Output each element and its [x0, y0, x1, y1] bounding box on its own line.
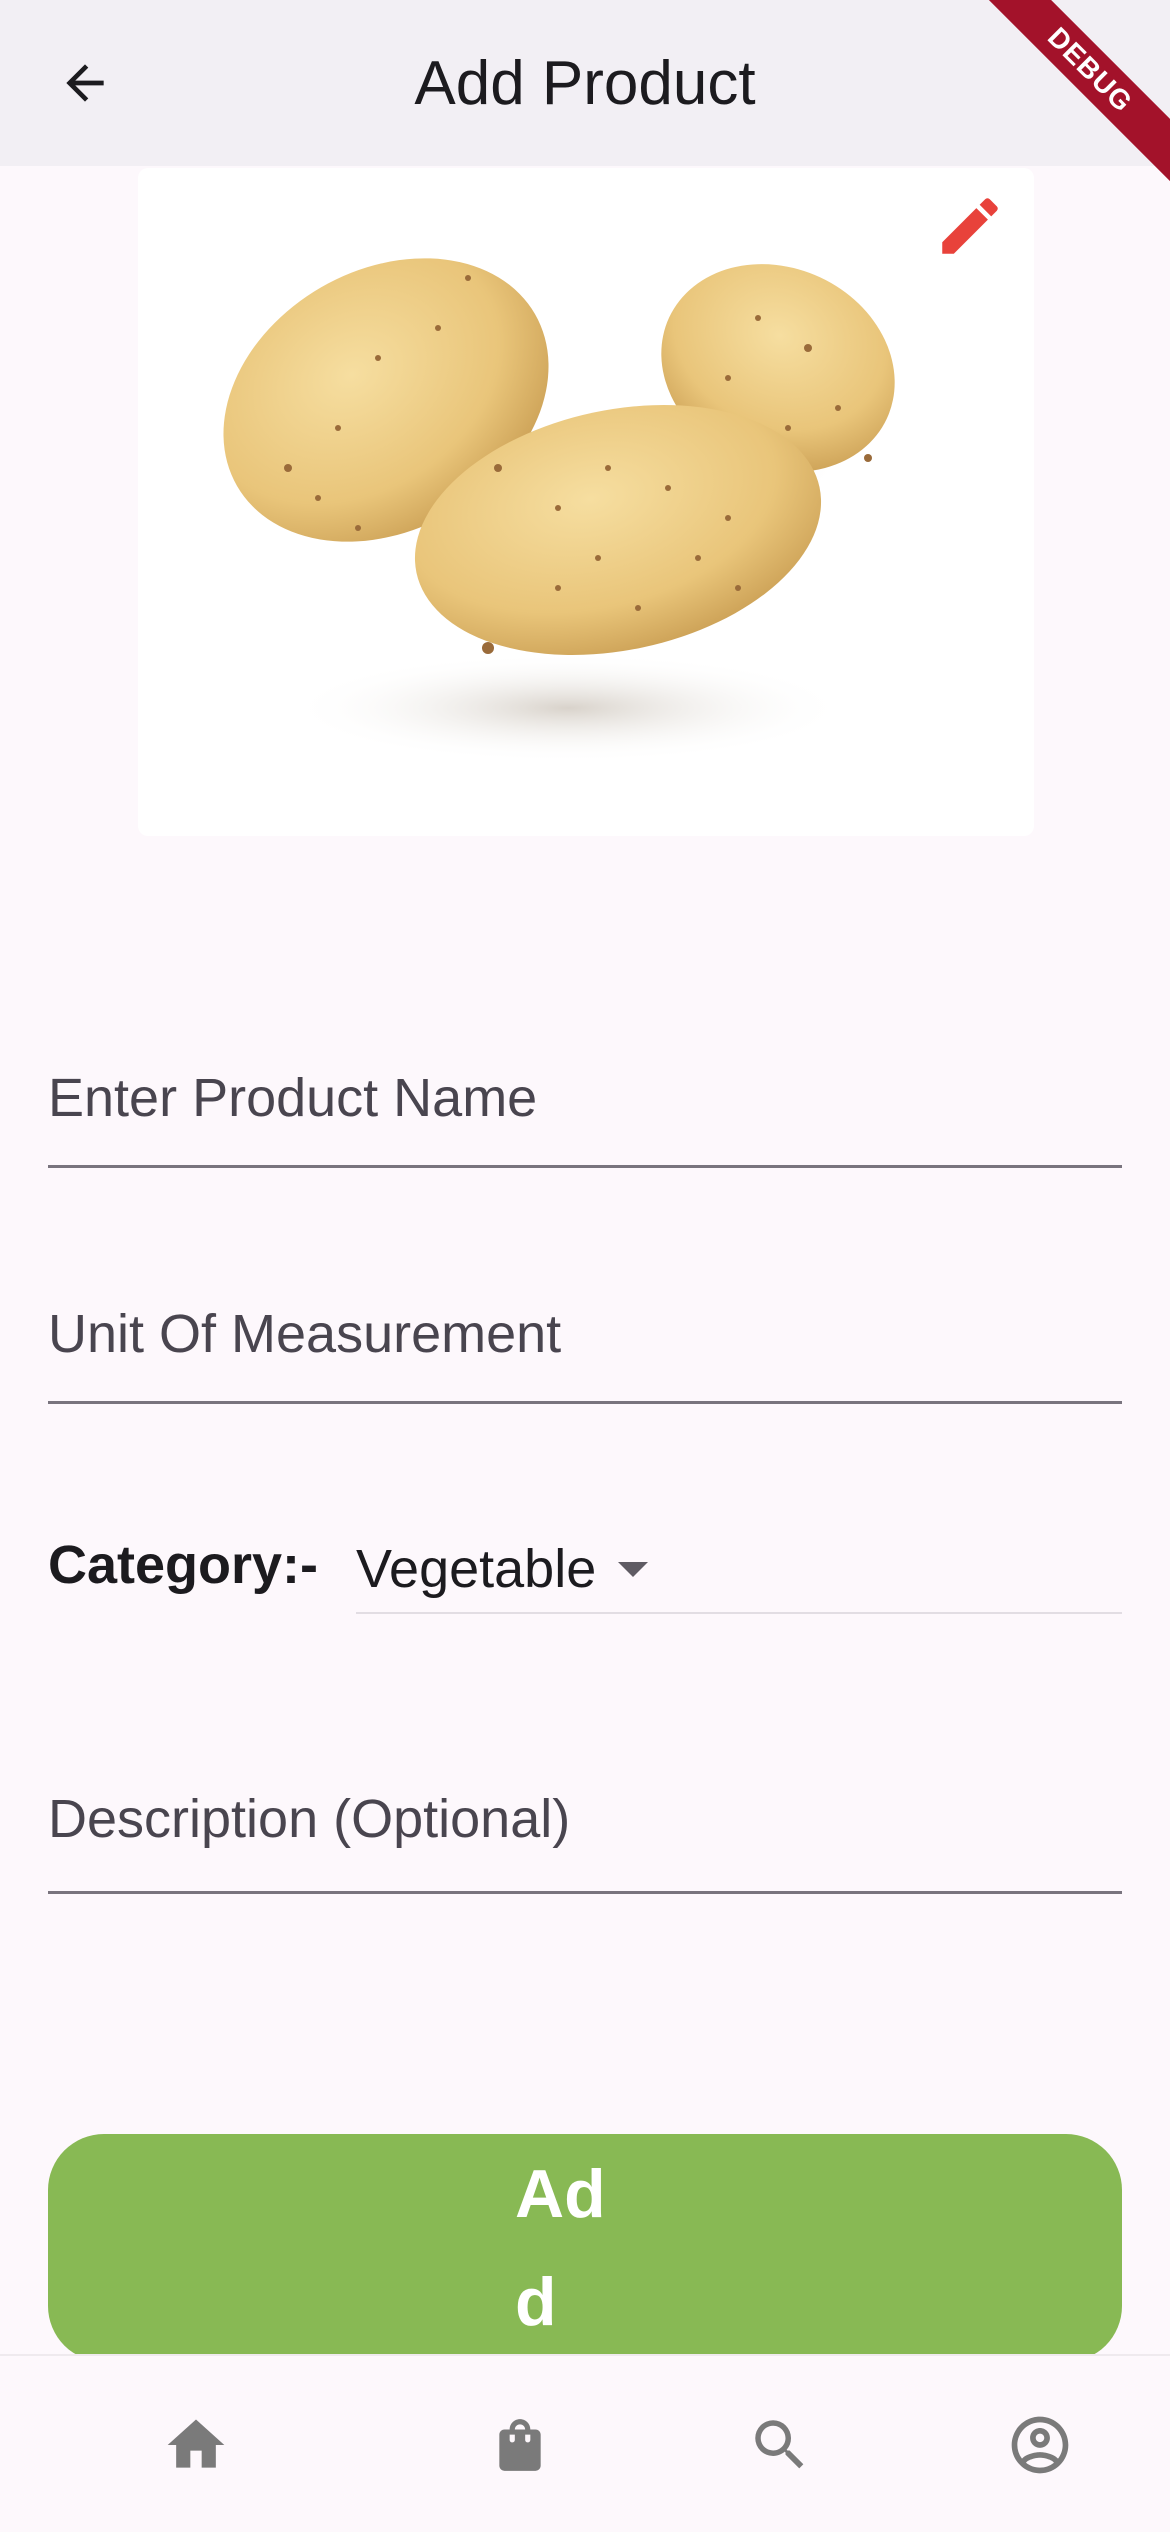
bottom-navigation — [0, 2354, 1170, 2532]
unit-of-measurement-field[interactable] — [48, 1266, 1122, 1404]
search-icon — [755, 2420, 804, 2469]
category-label: Category:- — [48, 1535, 319, 1595]
arrow-back-icon — [66, 64, 104, 102]
category-dropdown[interactable]: Vegetable — [356, 1526, 1122, 1614]
nav-home[interactable] — [116, 2356, 276, 2532]
nav-profile[interactable] — [960, 2356, 1120, 2532]
home-icon — [167, 2419, 225, 2468]
product-name-input[interactable] — [48, 1030, 1122, 1165]
description-input[interactable] — [48, 1746, 1122, 1891]
add-button-label: Add — [515, 2156, 606, 2340]
nav-shop[interactable] — [440, 2356, 600, 2532]
shopping-bag-icon — [499, 2419, 541, 2471]
nav-search[interactable] — [700, 2356, 860, 2532]
product-image — [223, 258, 895, 763]
edit-pencil-icon — [942, 198, 998, 254]
arrow-drop-down-icon — [618, 1561, 649, 1577]
product-image-card[interactable] — [138, 168, 1034, 836]
description-field[interactable] — [48, 1746, 1122, 1894]
back-button[interactable] — [52, 50, 118, 116]
account-circle-icon — [1011, 2416, 1069, 2474]
edit-image-button[interactable] — [930, 186, 1010, 266]
add-button[interactable]: Add — [48, 2134, 1122, 2362]
unit-of-measurement-input[interactable] — [48, 1266, 1122, 1401]
product-name-field[interactable] — [48, 1030, 1122, 1168]
category-selected-value: Vegetable — [356, 1539, 597, 1599]
